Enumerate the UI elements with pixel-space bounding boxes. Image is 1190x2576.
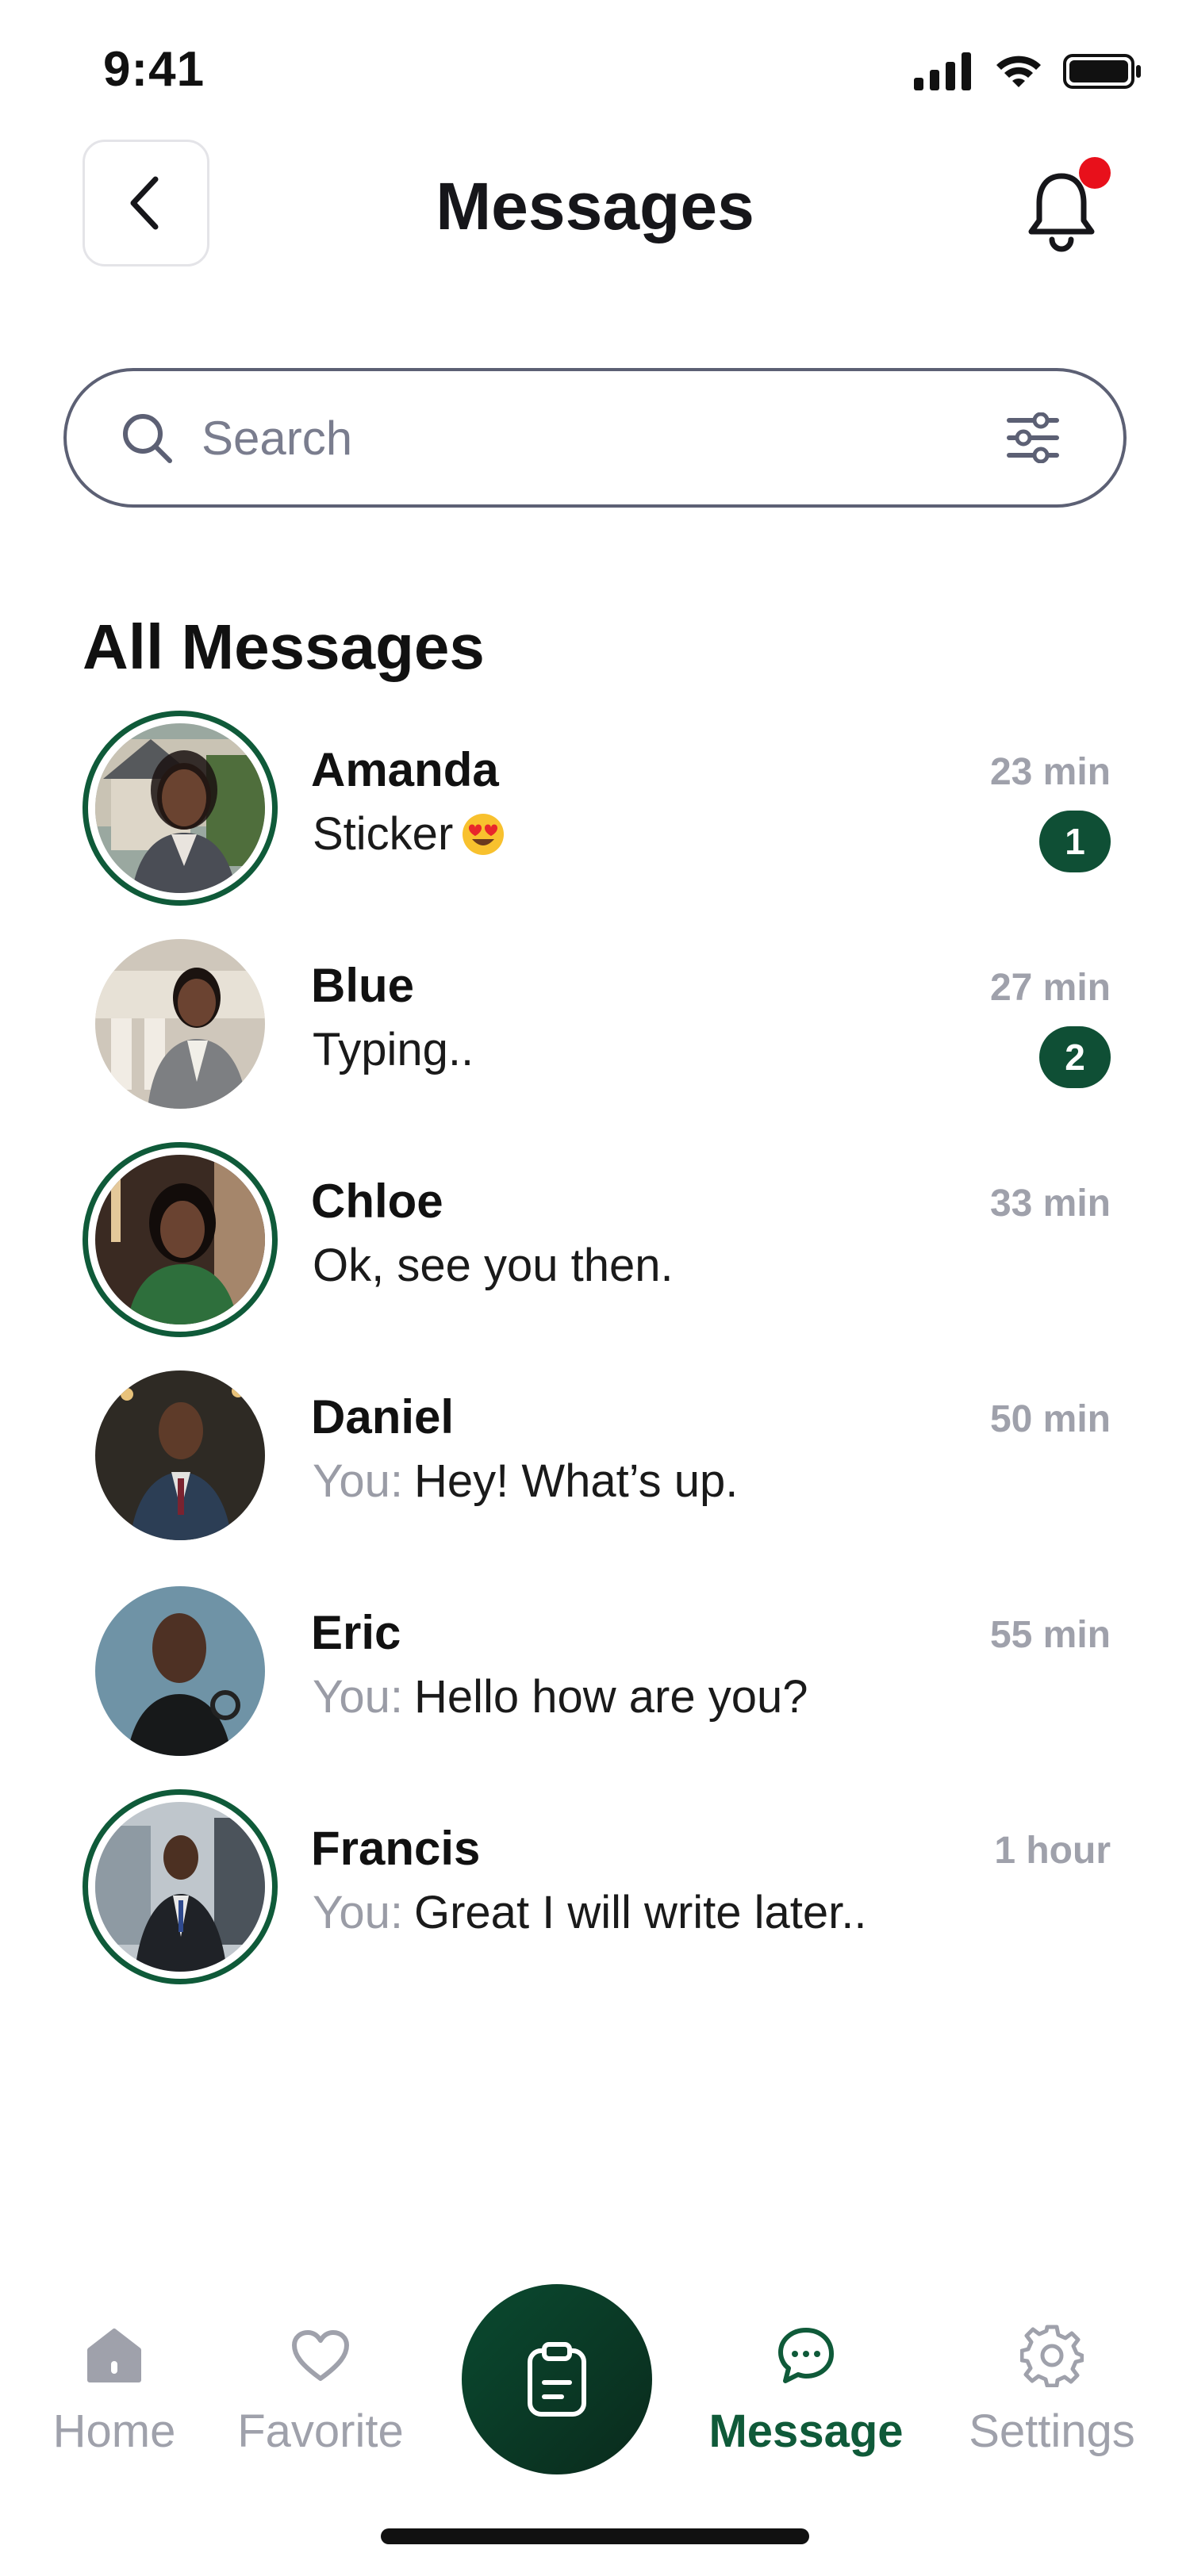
avatar-ring [83,1358,278,1553]
message-preview: You: Hello how are you? [313,1670,808,1723]
message-preview: You: Hey! What’s up. [313,1455,738,1508]
status-bar: 9:41 [0,0,1190,143]
message-prefix: You: [313,1455,403,1507]
bottom-nav: Home Favorite Message Settings [0,2284,1190,2522]
message-list: Amanda Sticker 23 min 1 Blue Typing.. 27… [0,711,1190,2005]
avatar [95,1802,265,1972]
header: Messages [0,140,1190,268]
conversation-row[interactable]: Amanda Sticker 23 min 1 [0,711,1190,926]
message-text: Typing.. [313,1024,474,1075]
message-time: 1 hour [994,1830,1111,1872]
nav-home-label: Home [52,2405,176,2457]
avatar [95,723,265,893]
message-preview: You: Great I will write later.. [313,1886,866,1939]
avatar [95,1586,265,1756]
search-bar[interactable]: Search [63,368,1127,508]
conversation-row[interactable]: Francis You: Great I will write later.. … [0,1789,1190,2005]
message-time: 33 min [989,1183,1111,1225]
unread-badge: 1 [1039,811,1111,872]
message-time: 50 min [989,1398,1111,1440]
status-icons [914,52,1142,90]
notification-button[interactable] [1023,157,1111,252]
avatar-ring [83,1789,278,1984]
heart-icon [292,2330,349,2381]
message-text: Ok, see you then. [313,1240,674,1291]
avatar [95,1155,265,1324]
home-indicator [381,2528,809,2544]
contact-name: Daniel [311,1390,455,1443]
avatar-ring [83,926,278,1121]
nav-message[interactable]: Message [703,2316,909,2458]
contact-name: Eric [311,1606,401,1659]
section-title: All Messages [83,611,485,682]
message-preview: Typing.. [313,1023,474,1076]
contact-name: Chloe [311,1175,443,1228]
sliders-icon[interactable] [1006,412,1060,463]
message-time: 27 min [989,967,1111,1009]
nav-settings-label: Settings [969,2405,1135,2457]
message-prefix: You: [313,1671,403,1723]
chat-bubble-icon [778,2328,834,2383]
clipboard-icon [528,2342,586,2417]
status-time: 9:41 [103,42,205,97]
message-text: Hello how are you? [414,1671,808,1723]
avatar-ring [83,1574,278,1769]
avatar [95,939,265,1109]
wifi-icon [996,56,1041,87]
avatar-ring [83,1142,278,1337]
conversation-row[interactable]: Blue Typing.. 27 min 2 [0,926,1190,1142]
nav-favorite[interactable]: Favorite [217,2316,424,2458]
nav-favorite-label: Favorite [237,2405,404,2457]
center-action-button[interactable] [462,2284,652,2474]
search-input[interactable]: Search [202,411,1006,466]
avatar-ring [83,711,278,906]
home-icon [87,2329,141,2382]
nav-settings[interactable]: Settings [949,2316,1155,2458]
avatar [95,1370,265,1540]
message-text: Sticker [313,808,454,860]
battery-icon [1063,54,1141,89]
nav-message-label: Message [708,2405,904,2457]
conversation-row[interactable]: Eric You: Hello how are you? 55 min [0,1574,1190,1789]
signal-icon [914,52,971,90]
conversation-row[interactable]: Chloe Ok, see you then. 33 min [0,1142,1190,1358]
message-time: 23 min [989,751,1111,793]
search-icon [123,414,172,463]
gear-icon [1020,2325,1084,2387]
conversation-row[interactable]: Daniel You: Hey! What’s up. 50 min [0,1358,1190,1574]
message-prefix: You: [313,1887,403,1938]
contact-name: Amanda [311,743,499,796]
contact-name: Blue [311,959,415,1012]
message-text: Hey! What’s up. [414,1455,739,1507]
message-preview: Sticker [313,807,505,861]
message-text: Great I will write later.. [414,1887,867,1938]
message-preview: Ok, see you then. [313,1239,674,1292]
notification-dot [1079,157,1111,189]
heart-eyes-emoji-icon [463,813,505,855]
contact-name: Francis [311,1822,481,1875]
nav-home[interactable]: Home [11,2316,217,2458]
message-time: 55 min [989,1614,1111,1656]
unread-badge: 2 [1039,1026,1111,1088]
page-title: Messages [436,169,754,243]
